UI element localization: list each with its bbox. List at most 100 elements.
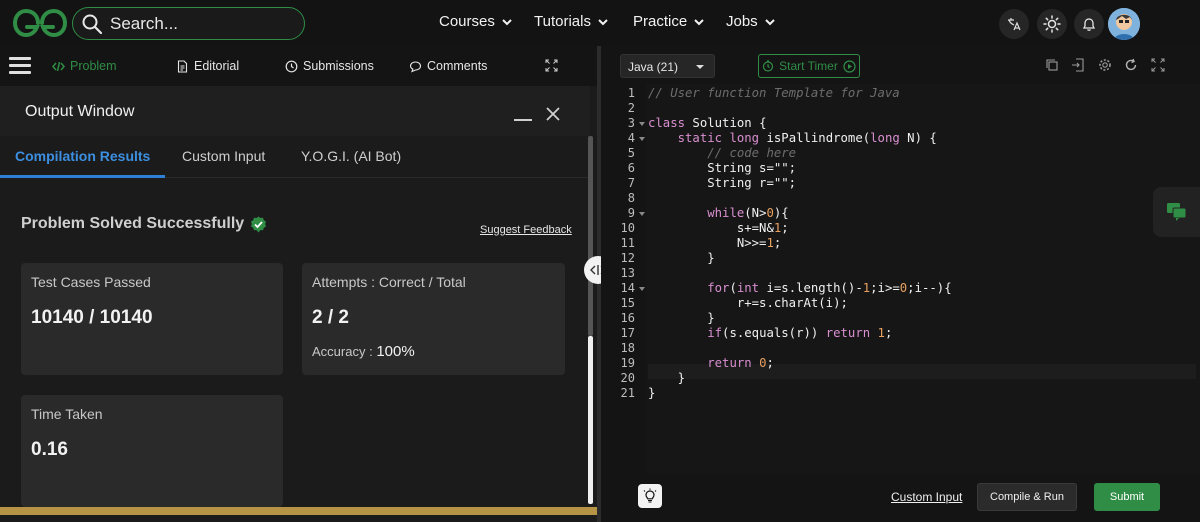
- translate-button[interactable]: [999, 9, 1029, 39]
- code-line: N>>=1;: [648, 236, 782, 250]
- chevron-down-icon: [764, 18, 775, 25]
- check-badge-icon: [251, 216, 267, 232]
- tab-label: Submissions: [303, 59, 374, 73]
- nav-practice[interactable]: Practice: [633, 13, 705, 30]
- line-number: 4: [627, 131, 635, 145]
- tab-custom-input[interactable]: Custom Input: [182, 148, 265, 164]
- fold-arrow-icon[interactable]: [639, 212, 645, 216]
- line-number: 12: [620, 251, 635, 265]
- caret-down-icon: [696, 65, 704, 69]
- nav-label: Tutorials: [534, 13, 591, 30]
- theme-toggle-button[interactable]: [1037, 9, 1067, 39]
- import-icon[interactable]: [1071, 58, 1085, 72]
- notifications-button[interactable]: [1074, 9, 1104, 39]
- custom-input-link[interactable]: Custom Input: [891, 490, 962, 504]
- fold-arrow-icon[interactable]: [639, 287, 645, 291]
- result-status-text: Problem Solved Successfully: [21, 215, 245, 232]
- search-input[interactable]: Search...: [110, 14, 178, 34]
- chevron-down-icon: [694, 18, 704, 25]
- line-number: 14: [620, 281, 635, 295]
- nav-jobs[interactable]: Jobs: [726, 13, 776, 30]
- output-window-header: Output Window: [0, 86, 590, 136]
- fullscreen-icon[interactable]: [545, 59, 558, 72]
- tab-label: Comments: [427, 59, 488, 73]
- accuracy-label: Accuracy :: [312, 344, 373, 359]
- code-line: // code here: [707, 146, 797, 160]
- fullscreen-icon[interactable]: [1151, 58, 1165, 72]
- chevron-down-icon: [598, 18, 608, 25]
- menu-icon[interactable]: [9, 57, 31, 75]
- play-circle-icon: [843, 59, 856, 73]
- code-line: s+=N&1;: [648, 221, 789, 235]
- submit-button[interactable]: Submit: [1094, 483, 1160, 511]
- bottom-strip: [0, 507, 597, 515]
- editor-pane: Java (21) Start Timer 1 2 3 4 5 6 7 8 9 …: [601, 46, 1200, 522]
- nav-tutorials[interactable]: Tutorials: [534, 13, 609, 30]
- line-number: 18: [620, 341, 635, 355]
- minimize-icon[interactable]: [514, 119, 532, 121]
- attempts-value: 2 / 2: [312, 307, 349, 328]
- suggest-feedback-link[interactable]: Suggest Feedback: [480, 224, 572, 236]
- code-line: // User function Template for Java: [648, 86, 900, 100]
- settings-gear-icon[interactable]: [1098, 58, 1112, 72]
- scrollbar-track[interactable]: [588, 136, 593, 336]
- fold-arrow-icon[interactable]: [639, 122, 645, 126]
- compile-run-button[interactable]: Compile & Run: [977, 483, 1077, 511]
- tab-label: Problem: [70, 59, 117, 73]
- copy-icon[interactable]: [1045, 58, 1059, 72]
- accuracy: Accuracy : 100%: [312, 343, 415, 360]
- tab-editorial[interactable]: Editorial: [176, 59, 239, 73]
- reset-icon[interactable]: [1124, 58, 1138, 72]
- hint-button[interactable]: [638, 484, 662, 508]
- bell-icon: [1082, 18, 1096, 31]
- card-label: Test Cases Passed: [31, 274, 151, 290]
- code-line: }: [648, 251, 715, 265]
- result-status: Problem Solved Successfully: [21, 215, 267, 233]
- code-line: r+=s.charAt(i);: [648, 296, 848, 310]
- test-cases-value: 10140 / 10140: [31, 307, 153, 328]
- chevron-down-icon: [502, 18, 512, 25]
- line-number: 3: [627, 116, 635, 130]
- line-number-gutter: 1 2 3 4 5 6 7 8 9 10 11 12 13 14 15 16 1…: [601, 84, 646, 474]
- code-line: String r="";: [648, 176, 797, 190]
- tab-label: Editorial: [194, 59, 240, 73]
- nav-courses[interactable]: Courses: [439, 13, 513, 30]
- active-tab-indicator: [0, 175, 165, 178]
- chat-button[interactable]: [1153, 187, 1200, 237]
- code-icon: [52, 61, 65, 71]
- line-number: 15: [620, 296, 635, 310]
- code-line: return 0;: [707, 356, 774, 370]
- line-number: 19: [620, 356, 635, 370]
- fold-arrow-icon[interactable]: [639, 137, 645, 141]
- line-number: 17: [620, 326, 635, 340]
- tab-yogi-ai-bot[interactable]: Y.O.G.I. (AI Bot): [301, 148, 401, 164]
- tab-problem[interactable]: Problem: [52, 59, 117, 73]
- code-line: class Solution {: [648, 116, 767, 130]
- start-timer-button[interactable]: Start Timer: [758, 54, 860, 78]
- tab-comments[interactable]: Comments: [409, 59, 487, 73]
- nav-label: Jobs: [726, 13, 758, 30]
- tab-submissions[interactable]: Submissions: [285, 59, 374, 73]
- result-tabs: Compilation Results Custom Input Y.O.G.I…: [0, 136, 590, 178]
- test-cases-card: Test Cases Passed 10140 / 10140: [21, 263, 283, 375]
- line-number: 8: [627, 191, 635, 205]
- code-line: String s="";: [648, 161, 797, 175]
- user-avatar[interactable]: [1108, 8, 1140, 40]
- card-label: Attempts : Correct / Total: [312, 274, 466, 290]
- line-number: 5: [627, 146, 635, 160]
- line-number: 6: [627, 161, 635, 175]
- code-editor[interactable]: 1 2 3 4 5 6 7 8 9 10 11 12 13 14 15 16 1…: [601, 84, 1200, 474]
- time-taken-card: Time Taken 0.16: [21, 395, 283, 507]
- close-icon[interactable]: [545, 106, 561, 122]
- lightbulb-icon: [643, 488, 657, 503]
- comment-icon: [409, 60, 422, 72]
- line-number: 10: [620, 221, 635, 235]
- language-select[interactable]: Java (21): [620, 54, 715, 78]
- gfg-logo[interactable]: [12, 8, 68, 38]
- scrollbar-thumb[interactable]: [588, 336, 593, 504]
- line-number: 13: [620, 266, 635, 280]
- nav-label: Courses: [439, 13, 495, 30]
- search-box[interactable]: Search...: [72, 7, 305, 40]
- code-line: }: [648, 386, 656, 400]
- tab-compilation-results[interactable]: Compilation Results: [15, 148, 150, 164]
